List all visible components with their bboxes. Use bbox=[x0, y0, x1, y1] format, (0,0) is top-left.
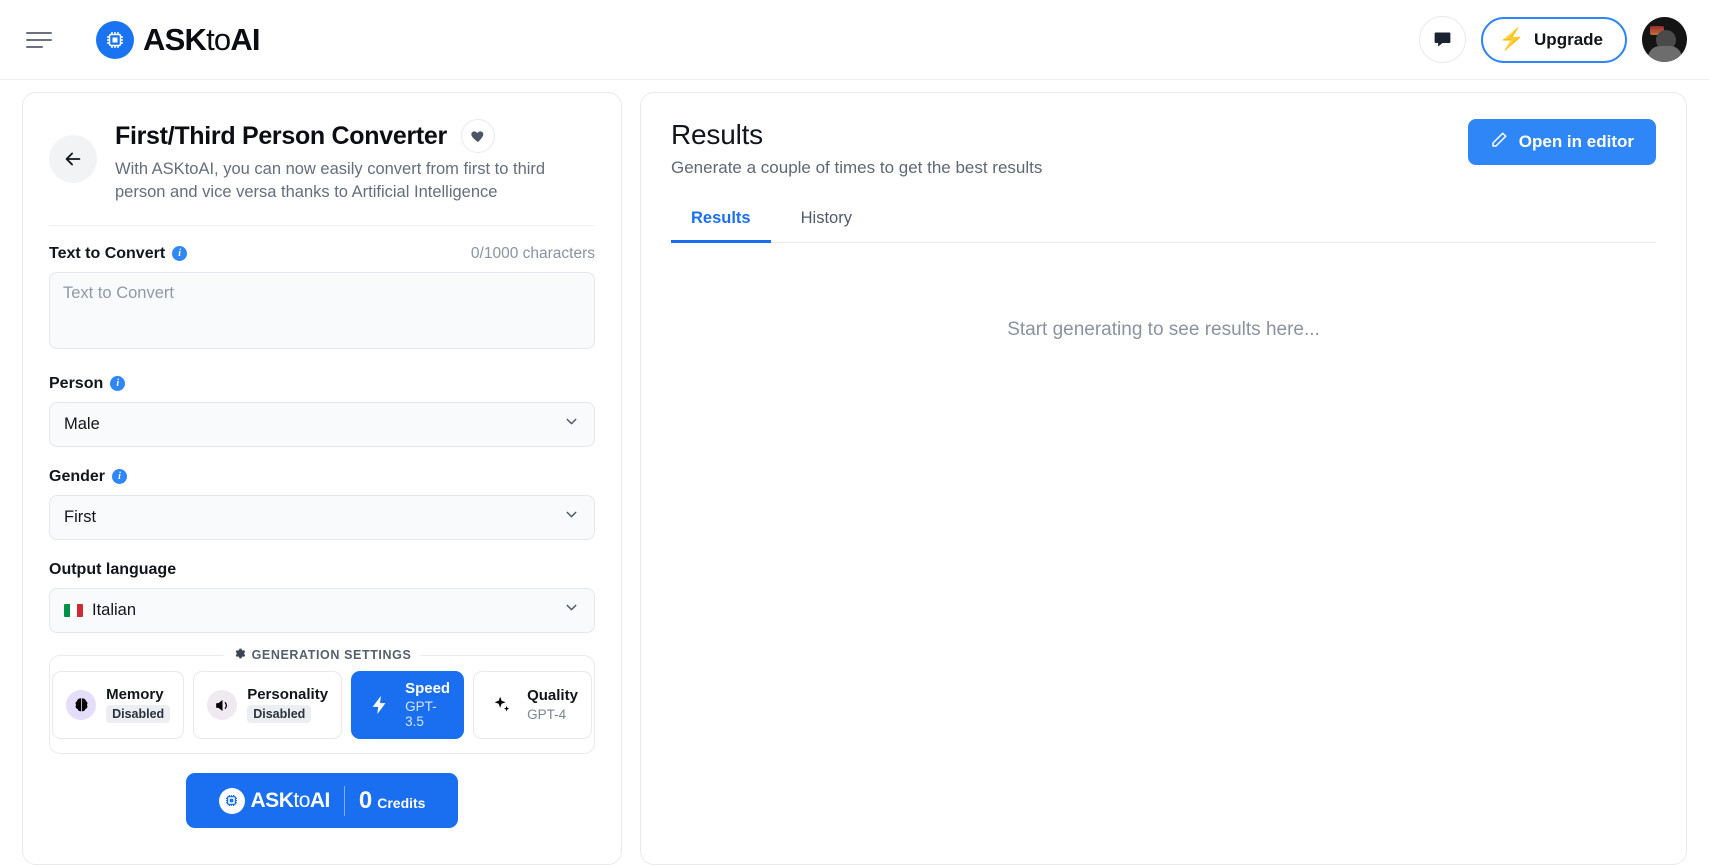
sparkles-icon bbox=[487, 690, 517, 720]
generation-chip-list: Memory Disabled Personality Disabled Spe… bbox=[52, 670, 592, 740]
upgrade-label: Upgrade bbox=[1534, 29, 1603, 49]
chevron-down-icon bbox=[563, 413, 580, 435]
arrow-left-icon[interactable] bbox=[49, 135, 97, 183]
gender-select-value: First bbox=[64, 507, 97, 526]
credits-unit: Credits bbox=[377, 794, 426, 811]
results-heading-block: Results Generate a couple of times to ge… bbox=[671, 119, 1042, 178]
chat-bubble-icon[interactable] bbox=[1418, 16, 1466, 63]
italy-flag-icon bbox=[64, 603, 83, 617]
brand-suffix: AI bbox=[230, 22, 260, 57]
hamburger-line bbox=[26, 38, 52, 41]
gender-label-text: Gender bbox=[49, 467, 106, 485]
credits-value: 0 Credits bbox=[359, 787, 426, 815]
results-title: Results bbox=[671, 119, 763, 150]
info-icon[interactable]: i bbox=[110, 376, 126, 392]
credits-brand: ASKtoAI bbox=[218, 787, 331, 814]
tool-header: First/Third Person Converter With ASKtoA… bbox=[49, 117, 595, 226]
brain-icon bbox=[66, 690, 97, 721]
character-counter: 0/1000 characters bbox=[470, 244, 595, 262]
chip-personality-text: Personality Disabled bbox=[247, 685, 329, 724]
language-label-text: Output language bbox=[49, 560, 177, 578]
text-to-convert-input[interactable] bbox=[49, 271, 595, 349]
credits-divider bbox=[343, 785, 345, 816]
info-icon[interactable]: i bbox=[172, 246, 188, 262]
language-field-label: Output language bbox=[49, 561, 595, 579]
pencil-icon bbox=[1490, 131, 1508, 154]
lightning-bolt-icon bbox=[365, 690, 395, 720]
results-panel: Results Generate a couple of times to ge… bbox=[640, 92, 1687, 865]
open-in-editor-label: Open in editor bbox=[1518, 132, 1634, 151]
gender-select[interactable]: First bbox=[49, 494, 595, 540]
chip-personality-name: Personality bbox=[247, 685, 329, 703]
brand-prefix: ASK bbox=[143, 22, 207, 57]
output-language-select[interactable]: Italian bbox=[49, 587, 595, 633]
credits-brand-mid: to bbox=[293, 788, 310, 812]
text-field-label-text: Text to Convert bbox=[49, 244, 166, 262]
megaphone-icon bbox=[207, 690, 238, 721]
chip-speed-status: GPT-3.5 bbox=[405, 699, 437, 730]
credits-brand-suffix: AI bbox=[309, 788, 331, 812]
chip-quality-text: Quality GPT-4 bbox=[527, 688, 578, 722]
top-header: ASKtoAI ⚡ Upgrade bbox=[0, 0, 1709, 80]
chip-personality[interactable]: Personality Disabled bbox=[193, 670, 343, 740]
chip-personality-status: Disabled bbox=[247, 705, 312, 724]
results-tabs: Results History bbox=[671, 202, 1656, 243]
gear-icon bbox=[233, 647, 246, 663]
credits-brand-prefix: ASK bbox=[250, 788, 294, 812]
generation-settings-legend: GENERATION SETTINGS bbox=[223, 646, 421, 663]
tool-description: With ASKtoAI, you can now easily convert… bbox=[115, 160, 546, 202]
chip-memory[interactable]: Memory Disabled bbox=[52, 670, 185, 740]
generation-settings-legend-text: GENERATION SETTINGS bbox=[251, 647, 412, 662]
tool-form-panel: First/Third Person Converter With ASKtoA… bbox=[22, 92, 622, 865]
chip-quality[interactable]: Quality GPT-4 bbox=[473, 670, 592, 740]
brand-mid: to bbox=[206, 22, 231, 57]
cpu-chip-icon bbox=[218, 787, 245, 814]
chip-quality-name: Quality bbox=[527, 687, 578, 705]
person-select[interactable]: Male bbox=[49, 401, 595, 447]
person-select-value: Male bbox=[64, 414, 100, 433]
avatar[interactable] bbox=[1642, 17, 1687, 62]
text-field-header: Text to Convert i 0/1000 characters bbox=[49, 245, 595, 263]
lightning-bolt-icon: ⚡ bbox=[1498, 28, 1526, 51]
cpu-chip-icon bbox=[96, 20, 134, 59]
chip-speed-text: Speed GPT-3.5 bbox=[405, 679, 451, 730]
tab-history[interactable]: History bbox=[781, 202, 872, 243]
tab-results[interactable]: Results bbox=[671, 202, 771, 243]
page-title: First/Third Person Converter bbox=[115, 121, 447, 150]
info-icon[interactable]: i bbox=[112, 469, 128, 485]
results-subtitle: Generate a couple of times to get the be… bbox=[671, 158, 1043, 177]
flag-stripe bbox=[76, 603, 83, 617]
heart-icon[interactable] bbox=[460, 119, 495, 153]
open-in-editor-button[interactable]: Open in editor bbox=[1467, 119, 1656, 165]
brand-logo-link[interactable]: ASKtoAI bbox=[96, 20, 261, 59]
chip-memory-status: Disabled bbox=[106, 705, 171, 724]
chip-speed[interactable]: Speed GPT-3.5 bbox=[351, 670, 465, 740]
credits-button[interactable]: ASKtoAI 0 Credits bbox=[186, 773, 458, 829]
results-empty-state: Start generating to see results here... bbox=[1007, 319, 1320, 340]
credits-brand-name: ASKtoAI bbox=[250, 788, 331, 813]
chip-memory-name: Memory bbox=[106, 685, 164, 703]
text-field-label: Text to Convert i bbox=[49, 244, 188, 263]
chip-quality-status: GPT-4 bbox=[527, 706, 567, 722]
header-actions: ⚡ Upgrade bbox=[1418, 16, 1687, 63]
generation-settings: GENERATION SETTINGS Memory Disabled Pers… bbox=[49, 646, 595, 755]
gender-field-label: Gender i bbox=[49, 468, 595, 486]
hamburger-line bbox=[26, 45, 43, 48]
hamburger-line bbox=[26, 31, 52, 34]
page-body: First/Third Person Converter With ASKtoA… bbox=[0, 80, 1709, 865]
results-header: Results Generate a couple of times to ge… bbox=[671, 119, 1656, 178]
upgrade-button[interactable]: ⚡ Upgrade bbox=[1480, 16, 1627, 63]
hamburger-icon[interactable] bbox=[26, 29, 56, 51]
avatar-detail bbox=[1648, 46, 1682, 62]
chip-memory-text: Memory Disabled bbox=[106, 685, 171, 724]
brand-name: ASKtoAI bbox=[143, 22, 261, 57]
credits-amount: 0 bbox=[358, 786, 373, 814]
chip-speed-name: Speed bbox=[405, 679, 451, 697]
chevron-down-icon bbox=[563, 599, 580, 621]
person-field-label: Person i bbox=[49, 375, 595, 393]
language-select-value: Italian bbox=[92, 600, 137, 619]
person-label-text: Person bbox=[49, 374, 104, 392]
chevron-down-icon bbox=[563, 506, 580, 528]
